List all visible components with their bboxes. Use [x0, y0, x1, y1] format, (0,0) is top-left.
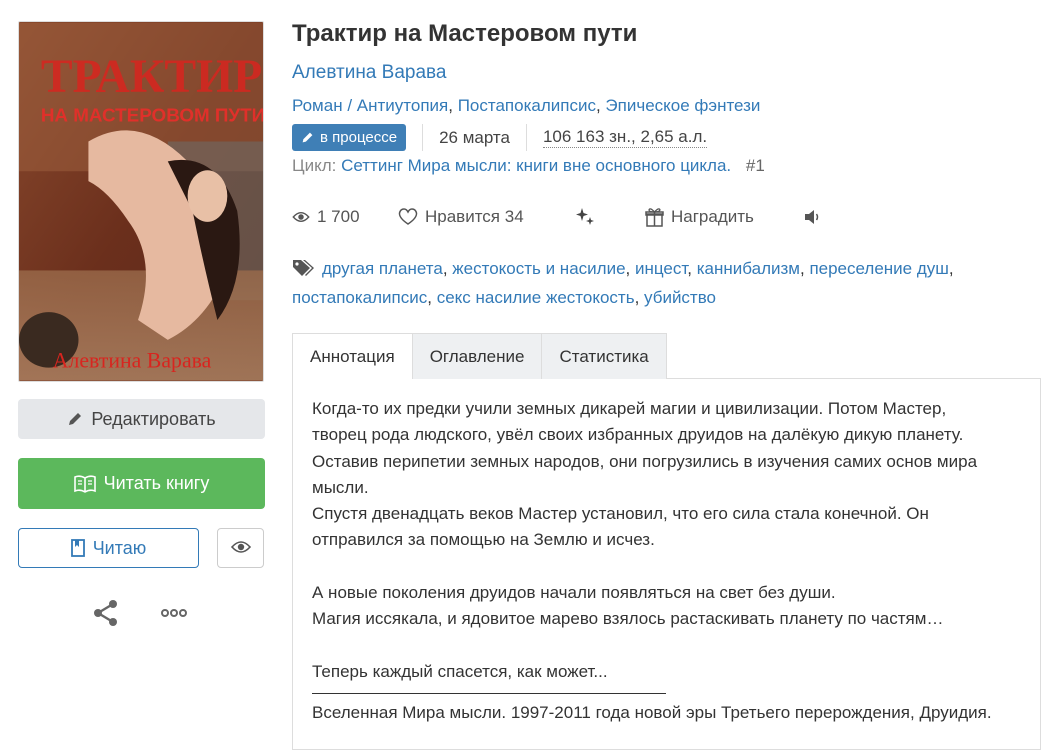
views-count: 1 700 [292, 204, 360, 230]
tab-contents[interactable]: Оглавление [412, 333, 543, 379]
annotation-divider [312, 693, 666, 695]
annotation-text: Когда-то их предки учили земных дикарей … [312, 396, 1027, 727]
tags: другая планета, жестокость и насилие, ин… [292, 259, 954, 307]
annotation-line: Спустя двенадцать веков Мастер установил… [312, 504, 929, 524]
edit-button[interactable]: Редактировать [18, 399, 265, 439]
cycle-info: Цикл: Сеттинг Мира мысли: книги вне осно… [292, 156, 765, 176]
tag-link[interactable]: каннибализм [697, 259, 800, 278]
heart-icon [398, 208, 418, 226]
status-label: в процессе [320, 129, 398, 146]
tag-link[interactable]: постапокалипсис [292, 288, 427, 307]
read-book-label: Читать книгу [103, 473, 210, 493]
sparkles-button[interactable] [574, 204, 603, 230]
status-badge: в процессе [292, 124, 407, 151]
pencil-icon [67, 411, 83, 427]
speaker-icon [804, 209, 822, 225]
annotation-footer: Вселенная Мира мысли. 1997-2011 года нов… [312, 703, 992, 723]
tag-link[interactable]: инцест [635, 259, 687, 278]
annotation-line: Теперь каждый спасется, как может... [312, 661, 608, 681]
annotation-line: Магия иссякала, и ядовитое марево взялос… [312, 609, 944, 629]
pencil-icon [301, 131, 314, 144]
annotation-line: А новые поколения друидов начали появлят… [312, 583, 836, 603]
book-title: Трактир на Мастеровом пути [292, 20, 638, 47]
more-options-icon[interactable] [160, 603, 188, 623]
publish-date: 26 марта [439, 127, 510, 147]
tab-statistics[interactable]: Статистика [542, 333, 667, 379]
annotation-line: Когда-то их предки учили земных дикарей … [312, 399, 947, 418]
reading-label: Читаю [92, 537, 147, 558]
bookmark-icon [70, 539, 85, 557]
annotation-line [312, 554, 1027, 580]
open-book-icon [73, 474, 96, 493]
share-icon[interactable] [92, 599, 120, 627]
eye-icon [292, 211, 310, 223]
audio-button[interactable] [804, 204, 829, 230]
book-size: 106 163 зн., 2,65 а.л. [542, 127, 708, 148]
genre-link[interactable]: Постапокалипсис [458, 96, 596, 115]
reading-button[interactable]: Читаю [18, 528, 199, 568]
sparkles-icon [574, 206, 596, 228]
like-button[interactable]: Нравится 34 [398, 204, 524, 230]
tag-link[interactable]: переселение душ [809, 259, 948, 278]
cover-title-line1: ТРАКТИР [41, 51, 262, 103]
cover-author: Алевтина Варава [53, 349, 212, 373]
author-link[interactable]: Алевтина Варава [292, 62, 446, 84]
gift-icon [645, 207, 664, 227]
tags-icon [292, 259, 316, 285]
cover-image: ТРАКТИР НА МАСТЕРОВОМ ПУТИ Алевтина Вара… [19, 22, 263, 381]
tab-annotation[interactable]: Аннотация [292, 333, 413, 379]
tabs: Аннотация Оглавление Статистика [292, 333, 667, 379]
annotation-line: мысли. [312, 477, 369, 497]
book-cover[interactable]: ТРАКТИР НА МАСТЕРОВОМ ПУТИ Алевтина Вара… [18, 21, 264, 382]
watch-button[interactable] [217, 528, 264, 568]
likes-count: 34 [504, 207, 524, 226]
annotation-line [312, 633, 1027, 659]
tag-link[interactable]: другая планета [322, 259, 443, 278]
reward-label: Наградить [671, 207, 754, 226]
genres: Роман / Антиутопия, Постапокалипсис, Эпи… [292, 96, 761, 115]
cycle-number: #1 [745, 156, 765, 175]
tag-link[interactable]: секс насилие жестокость [437, 288, 635, 307]
meta-row: в процессе 26 марта 106 163 зн., 2,65 а.… [292, 124, 708, 151]
annotation-line: отправился за помощью на Землю и исчез. [312, 530, 655, 550]
views-value: 1 700 [317, 207, 360, 226]
genre-link[interactable]: Эпическое фэнтези [605, 96, 760, 115]
annotation-line: Оставив перипетии земных народов, они по… [312, 451, 978, 471]
cycle-label: Цикл: [292, 156, 337, 175]
edit-button-label: Редактировать [91, 408, 216, 429]
genre-link[interactable]: Роман [292, 96, 343, 115]
read-book-button[interactable]: Читать книгу [18, 458, 265, 509]
cycle-link[interactable]: Сеттинг Мира мысли: книги вне основного … [341, 156, 731, 175]
reward-button[interactable]: Наградить [645, 204, 754, 230]
cover-title-line2: НА МАСТЕРОВОМ ПУТИ [41, 105, 263, 126]
genre-link[interactable]: Антиутопия [357, 96, 448, 115]
likes-label: Нравится [425, 207, 501, 226]
tag-link[interactable]: убийство [644, 288, 716, 307]
annotation-line: творец рода людского, увёл своих избранн… [312, 425, 964, 445]
tag-link[interactable]: жестокость и насилие [452, 259, 625, 278]
eye-icon [230, 538, 251, 559]
